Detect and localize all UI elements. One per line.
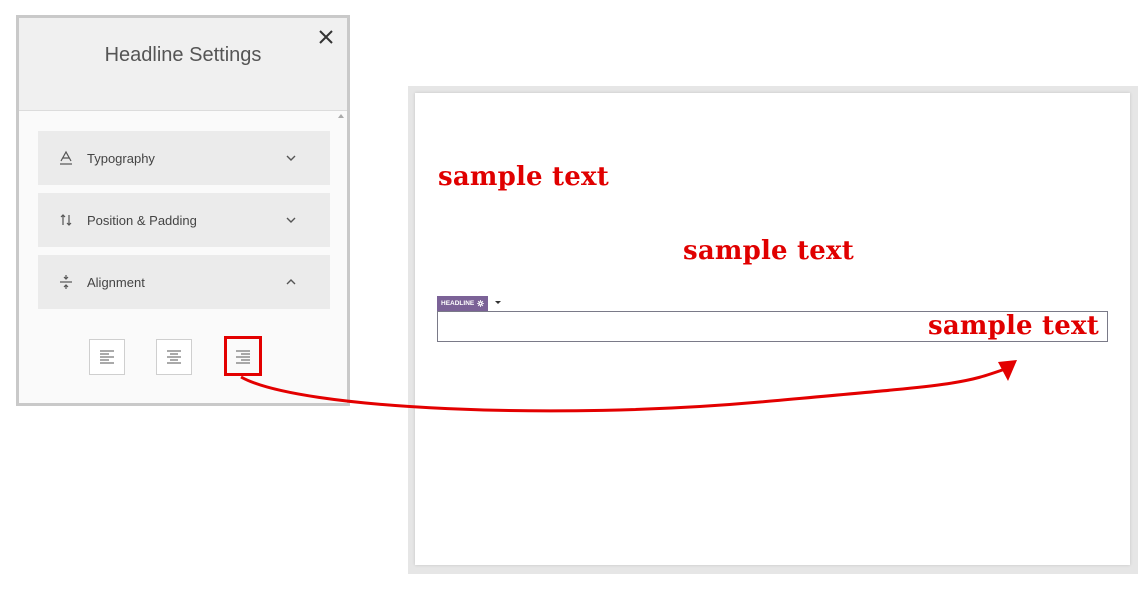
close-icon[interactable] [315,26,337,48]
panel-title: Headline Settings [104,44,262,66]
caret-down-icon[interactable] [495,301,501,304]
position-padding-icon [60,214,72,226]
section-label: Typography [87,150,155,166]
section-label: Position & Padding [87,212,197,228]
align-left-icon [100,350,114,364]
typography-icon [60,150,72,165]
section-position-padding[interactable]: Position & Padding [38,193,330,247]
chevron-down-icon [286,217,296,223]
panel-header: Headline Settings [19,18,347,111]
headline-tag-label: HEADLINE [441,300,475,307]
gear-icon[interactable] [477,300,485,307]
alignment-icon [60,275,72,289]
scrollbar[interactable] [337,114,345,403]
chevron-down-icon [286,155,296,161]
section-typography[interactable]: Typography [38,131,330,185]
sample-text-left: sample text [438,162,609,192]
chevron-up-icon [286,279,296,285]
align-center-icon [167,350,181,364]
sample-text-right: sample text [928,311,1099,341]
scroll-up-icon[interactable] [338,114,344,118]
section-alignment[interactable]: Alignment [38,255,330,309]
selected-alignment-highlight [224,336,262,376]
sample-text-center: sample text [683,236,854,266]
headline-settings-panel: Headline Settings Typography Position & … [16,15,350,406]
section-label: Alignment [87,274,145,290]
align-center-button[interactable] [156,339,192,375]
align-left-button[interactable] [89,339,125,375]
headline-tag[interactable]: HEADLINE [437,296,489,311]
